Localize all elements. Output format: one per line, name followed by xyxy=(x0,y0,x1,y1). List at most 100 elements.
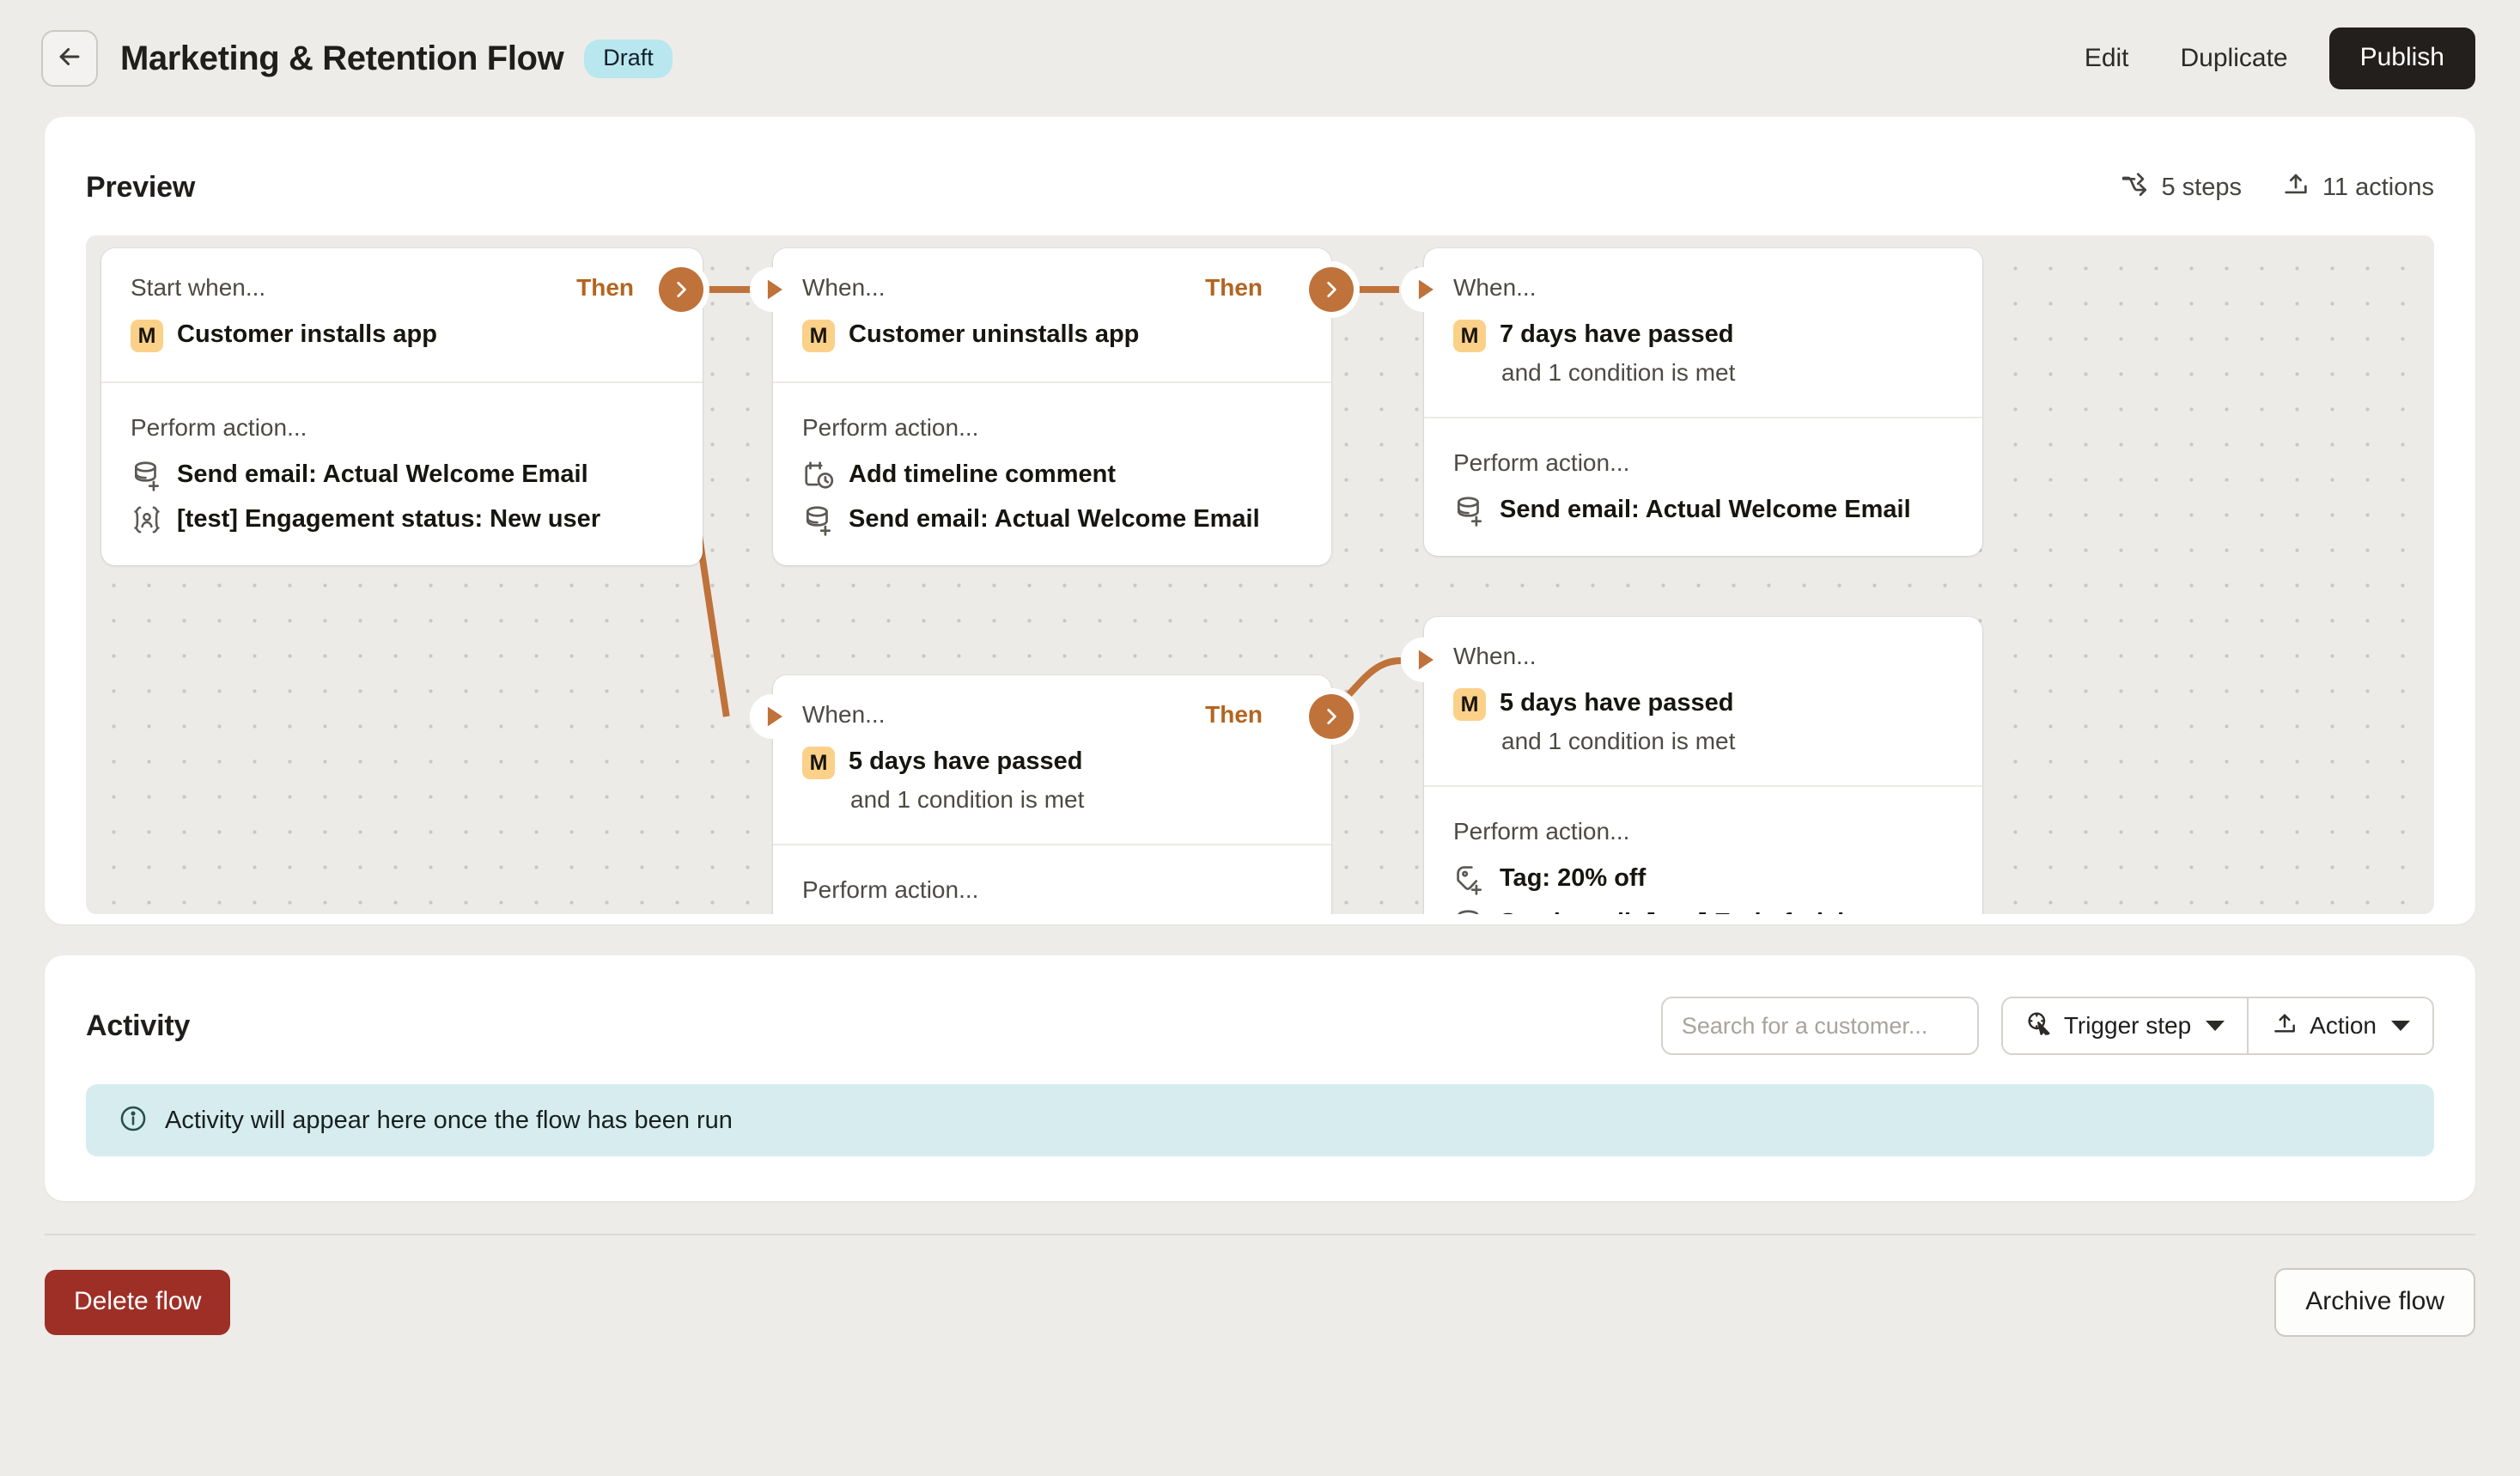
flow-node[interactable]: Start when... Then M Customer installs a… xyxy=(101,248,703,565)
preview-title: Preview xyxy=(86,170,196,204)
chevron-right-icon xyxy=(1327,282,1336,297)
m-badge-icon: M xyxy=(802,747,835,779)
calendar-clock-icon xyxy=(802,459,835,491)
node-actions-section: Perform action... Send email: Actual Wel… xyxy=(101,381,703,565)
flow-node[interactable]: When... Then M Customer uninstalls app P… xyxy=(773,248,1331,565)
action-filter-button[interactable]: Action xyxy=(2247,998,2432,1053)
database-plus-icon xyxy=(131,459,163,491)
trigger-heading: When... xyxy=(1453,643,1537,669)
trigger-heading: When... xyxy=(1453,274,1537,301)
arrow-right-icon xyxy=(1418,650,1433,670)
person-braces-icon xyxy=(131,503,163,536)
connector-arrowhead xyxy=(1401,267,1447,312)
node-trigger-section: Start when... Then M Customer installs a… xyxy=(101,248,703,381)
trigger-subtext: and 1 condition is met xyxy=(1501,728,1736,754)
m-badge-icon: M xyxy=(131,320,163,352)
arrow-right-icon xyxy=(767,279,782,300)
trigger-row: M 5 days have passed xyxy=(802,746,1302,779)
trigger-label: Customer uninstalls app xyxy=(849,320,1140,348)
flow-node[interactable]: When... M 7 days have passed and 1 condi… xyxy=(1424,248,1982,556)
connector-arrowhead xyxy=(750,267,796,312)
activity-empty-banner: Activity will appear here once the flow … xyxy=(86,1084,2434,1156)
trigger-heading: When... xyxy=(802,701,886,728)
action-label: [test] Engagement status: New user xyxy=(177,505,601,533)
preview-meta: 5 steps 11 actions xyxy=(2120,169,2434,205)
action-filter-label: Action xyxy=(2310,1012,2377,1039)
status-badge: Draft xyxy=(584,39,673,78)
publish-button[interactable]: Publish xyxy=(2328,27,2475,89)
arrow-right-icon xyxy=(1418,279,1433,300)
trigger-label: 5 days have passed xyxy=(849,747,1083,775)
node-trigger-section: When... Then M 5 days have passed and 1 … xyxy=(773,675,1331,844)
node-trigger-section: When... Then M Customer uninstalls app xyxy=(773,248,1331,381)
action-label: Send email: Actual Welcome Email xyxy=(1500,496,1911,523)
action-label: Send email: Actual Welcome Email xyxy=(849,505,1260,533)
then-label: Then xyxy=(1205,274,1263,301)
search-input[interactable] xyxy=(1660,997,1979,1055)
action-label: Add timeline comment xyxy=(849,460,1116,488)
actions-count: 11 actions xyxy=(2281,169,2434,205)
cursor-click-icon xyxy=(2025,1009,2053,1043)
m-badge-icon: M xyxy=(802,320,835,352)
trigger-label: Customer installs app xyxy=(177,320,437,348)
steps-count: 5 steps xyxy=(2120,169,2242,205)
trigger-heading-row: When... Then xyxy=(802,272,1302,303)
action-label: Send email: [test] End of trial discount xyxy=(1500,907,1953,914)
activity-header: Activity Trigger step xyxy=(86,993,2434,1058)
share-action-icon xyxy=(2281,169,2310,205)
trigger-subtext: and 1 condition is met xyxy=(1501,359,1736,386)
trigger-heading-row: When... xyxy=(1453,272,1953,303)
node-actions-section: Perform action... Tag: 20% off xyxy=(1424,785,1982,914)
trigger-heading-row: When... Then xyxy=(802,699,1302,730)
trigger-label: 5 days have passed xyxy=(1500,689,1734,717)
arrow-left-icon xyxy=(55,42,84,76)
actions-heading: Perform action... xyxy=(802,414,979,441)
node-actions-section: Perform action... Send email: Actual Wel… xyxy=(1424,417,1982,556)
chevron-right-icon xyxy=(677,282,686,297)
then-connector-button[interactable] xyxy=(659,267,703,312)
flow-canvas[interactable]: Start when... Then M Customer installs a… xyxy=(86,235,2434,914)
connector-arrowhead xyxy=(750,694,796,739)
delete-flow-button[interactable]: Delete flow xyxy=(45,1270,231,1335)
actions-heading: Perform action... xyxy=(1453,449,1630,476)
trigger-heading-row: Start when... Then xyxy=(131,272,673,303)
action-label: Tag: 20% off xyxy=(1500,864,1647,892)
trigger-heading-row: When... xyxy=(1453,641,1953,672)
then-connector-button[interactable] xyxy=(1309,267,1354,312)
chevron-right-icon xyxy=(1327,709,1336,724)
actions-heading: Perform action... xyxy=(131,414,307,441)
filter-segmented-group: Trigger step Action xyxy=(2000,997,2434,1055)
m-badge-icon: M xyxy=(1453,688,1486,721)
action-row: Send email: Actual Welcome Email xyxy=(802,503,1302,536)
activity-controls: Trigger step Action xyxy=(1660,997,2434,1055)
action-row: Add timeline comment xyxy=(802,459,1302,491)
info-circle-icon xyxy=(119,1104,148,1137)
tag-plus-icon xyxy=(1453,863,1486,895)
back-button[interactable] xyxy=(41,30,98,87)
share-action-icon xyxy=(2271,1009,2298,1043)
trigger-step-filter-label: Trigger step xyxy=(2063,1012,2192,1039)
trigger-row: M 7 days have passed xyxy=(1453,319,1953,352)
branch-arrow-icon xyxy=(2120,169,2149,205)
header-actions: Edit Duplicate Publish xyxy=(2059,27,2475,89)
trigger-step-filter-button[interactable]: Trigger step xyxy=(2002,998,2248,1053)
action-row: Send email: Actual Welcome Email xyxy=(131,459,673,491)
m-badge-icon: M xyxy=(1453,320,1486,352)
duplicate-button[interactable]: Duplicate xyxy=(2155,30,2314,87)
database-plus-icon xyxy=(1453,907,1486,914)
trigger-row: M 5 days have passed xyxy=(1453,687,1953,721)
chevron-down-icon xyxy=(2391,1021,2410,1031)
flow-node[interactable]: When... M 5 days have passed and 1 condi… xyxy=(1424,617,1982,914)
node-actions-section: Perform action... [test] Engagement stat… xyxy=(773,844,1331,914)
action-row: Tag: 20% off xyxy=(1453,863,1953,895)
node-actions-section: Perform action... Add timeline comment S… xyxy=(773,381,1331,565)
flow-node[interactable]: When... Then M 5 days have passed and 1 … xyxy=(773,675,1331,914)
database-plus-icon xyxy=(802,503,835,536)
activity-title: Activity xyxy=(86,1009,191,1042)
edit-button[interactable]: Edit xyxy=(2059,30,2155,87)
arrow-right-icon xyxy=(767,706,782,727)
node-trigger-section: When... M 5 days have passed and 1 condi… xyxy=(1424,617,1982,785)
actions-count-label: 11 actions xyxy=(2322,173,2434,201)
archive-flow-button[interactable]: Archive flow xyxy=(2274,1268,2475,1337)
then-connector-button[interactable] xyxy=(1309,694,1354,739)
